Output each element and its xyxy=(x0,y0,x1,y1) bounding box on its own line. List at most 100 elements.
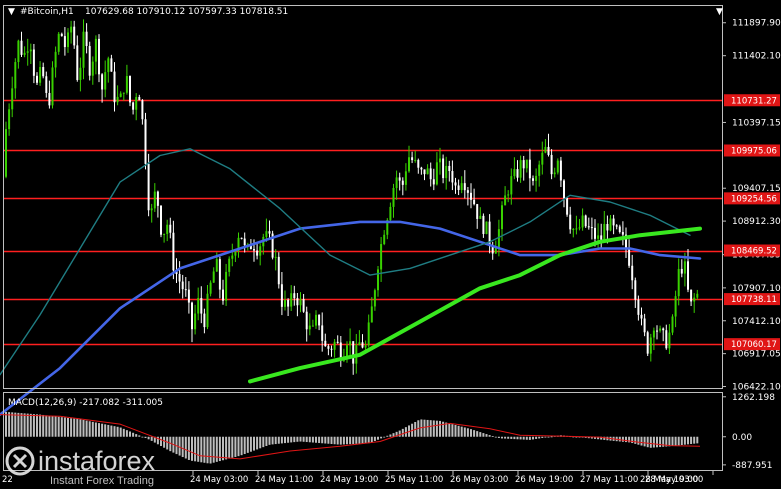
macd-bar xyxy=(302,436,305,442)
candle xyxy=(566,197,569,217)
macd-bar xyxy=(200,436,203,463)
macd-bar xyxy=(101,423,104,437)
macd-bar xyxy=(203,436,206,463)
macd-bar xyxy=(26,413,29,437)
collapse-arrow-icon[interactable]: ▼ xyxy=(8,7,15,17)
macd-bar xyxy=(538,436,541,439)
macd-bar xyxy=(274,436,277,445)
candle xyxy=(556,158,559,175)
macd-bar xyxy=(79,419,82,437)
price-tick-label: 106917.05 xyxy=(732,350,781,360)
macd-bar xyxy=(497,436,500,438)
macd-bar xyxy=(212,436,215,463)
macd-bar xyxy=(460,426,463,437)
macd-bar xyxy=(98,423,100,437)
macd-bar xyxy=(70,418,73,437)
macd-bar xyxy=(445,422,448,437)
macd-bar xyxy=(293,436,296,443)
macd-bar xyxy=(401,428,404,437)
macd-bar xyxy=(284,436,286,444)
macd-bar xyxy=(94,422,97,437)
macd-bar xyxy=(67,417,69,437)
macd-bar xyxy=(426,419,429,437)
macd-bar xyxy=(677,436,680,446)
macd-bar xyxy=(231,436,234,458)
macd-bar xyxy=(256,436,259,450)
macd-bar xyxy=(547,436,550,438)
trading-chart[interactable]: instaforex Instant Forex Trading ▼ #Bitc… xyxy=(0,0,781,489)
macd-bar xyxy=(147,436,150,440)
candle xyxy=(57,32,60,55)
macd-bar xyxy=(262,436,265,448)
macd-bar xyxy=(181,436,184,458)
macd-bar xyxy=(249,436,252,452)
candle xyxy=(584,214,587,228)
macd-bar xyxy=(535,436,538,439)
macd-bar xyxy=(296,436,299,442)
macd-bar xyxy=(485,434,488,437)
macd-bar xyxy=(380,436,383,439)
time-tick-label: 26 May 03:00 xyxy=(450,475,508,485)
macd-bar xyxy=(671,436,674,446)
macd-bar xyxy=(637,436,640,445)
macd-bar xyxy=(253,436,255,451)
macd-bar xyxy=(656,436,658,448)
macd-bar xyxy=(5,411,7,437)
macd-bar xyxy=(327,436,330,444)
time-tick-label-partial: 22 xyxy=(2,475,13,485)
time-tick-label: 25 May 11:00 xyxy=(385,475,443,485)
macd-bar xyxy=(91,421,94,437)
macd-bar xyxy=(271,436,274,445)
macd-bar xyxy=(308,436,311,443)
macd-bar xyxy=(373,436,376,442)
macd-bar xyxy=(48,415,51,437)
macd-bar xyxy=(640,436,643,446)
macd-bar xyxy=(51,416,54,437)
macd-bar xyxy=(144,436,147,439)
macd-bar xyxy=(439,420,441,437)
macd-bar xyxy=(88,421,91,437)
macd-bar xyxy=(122,428,125,437)
macd-bar xyxy=(367,436,370,444)
macd-bar xyxy=(377,436,379,440)
macd-header: MACD(12,26,9) -217.082 -311.005 xyxy=(8,398,163,408)
macd-bar xyxy=(383,436,386,438)
macd-bar xyxy=(668,436,671,447)
macd-bar xyxy=(184,436,187,459)
macd-bar xyxy=(14,412,17,437)
candle xyxy=(51,61,54,109)
macd-bar xyxy=(696,436,699,444)
chart-background xyxy=(0,0,781,489)
macd-bar xyxy=(513,436,516,440)
price-tick-label: 107907.10 xyxy=(732,284,781,294)
macd-bar xyxy=(82,420,85,437)
macd-bar xyxy=(178,436,181,456)
macd-bar xyxy=(339,436,342,445)
macd-bar xyxy=(324,436,327,444)
candle xyxy=(88,41,91,81)
macd-bar xyxy=(135,434,138,437)
scroll-down-arrow-icon[interactable]: ▼ xyxy=(716,7,723,17)
macd-bar xyxy=(336,436,339,445)
macd-bar xyxy=(116,426,119,437)
macd-bar xyxy=(280,436,283,444)
macd-bar xyxy=(104,424,107,437)
macd-bar xyxy=(166,436,169,450)
time-tick-label: 24 May 03:00 xyxy=(190,475,248,485)
macd-bar xyxy=(470,429,472,437)
macd-bar xyxy=(435,420,438,437)
macd-bar xyxy=(361,436,364,444)
macd-bar xyxy=(510,436,513,439)
ohlc-values: 107629.68 107910.12 107597.33 107818.51 xyxy=(85,7,288,17)
macd-bar xyxy=(516,436,519,440)
macd-bar xyxy=(501,436,503,439)
macd-bar xyxy=(525,436,528,440)
macd-bar xyxy=(63,417,66,437)
macd-bar xyxy=(85,420,88,437)
macd-bar xyxy=(20,413,23,437)
macd-bar xyxy=(125,430,128,437)
macd-bar xyxy=(649,436,652,448)
candle xyxy=(671,314,674,336)
macd-bar xyxy=(150,436,153,441)
price-tick-label: 110397.15 xyxy=(732,118,781,128)
